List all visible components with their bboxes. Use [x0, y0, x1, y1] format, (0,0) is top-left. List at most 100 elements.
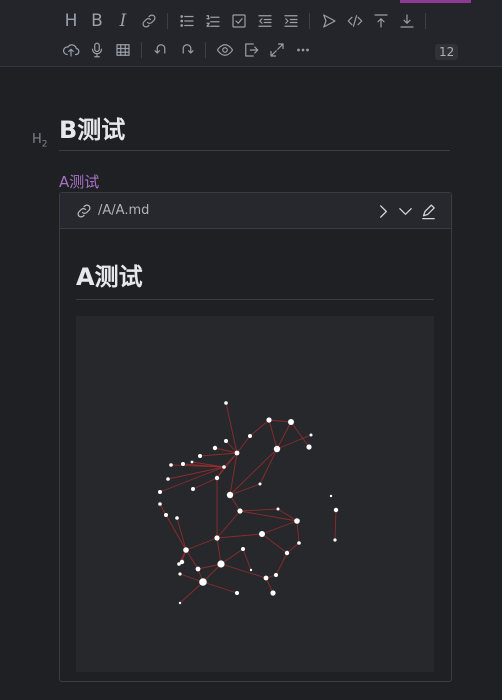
graph-node[interactable] — [263, 575, 269, 581]
graph-node[interactable] — [158, 490, 162, 494]
graph-node[interactable] — [199, 578, 207, 586]
indent-icon[interactable] — [279, 8, 303, 34]
graph-node[interactable] — [294, 518, 300, 524]
redo-icon[interactable] — [175, 37, 199, 63]
outdent-icon[interactable] — [253, 8, 277, 34]
graph-node[interactable] — [273, 445, 281, 453]
toolbar-separator — [205, 42, 206, 58]
fullscreen-icon[interactable] — [265, 37, 289, 63]
graph-node[interactable] — [190, 460, 194, 464]
graph-node[interactable] — [158, 502, 162, 506]
code-icon[interactable] — [343, 8, 367, 34]
page-heading-b[interactable]: B测试 — [59, 114, 450, 151]
graph-node[interactable] — [297, 541, 301, 545]
graph-node[interactable] — [181, 462, 185, 466]
graph-node[interactable] — [164, 513, 168, 517]
count-badge: 12 — [435, 44, 459, 60]
graph-edge — [202, 563, 222, 583]
graph-node[interactable] — [329, 494, 333, 498]
graph-node[interactable] — [226, 491, 234, 499]
graph-node[interactable] — [237, 508, 243, 514]
graph-node[interactable] — [259, 531, 265, 537]
graph-node[interactable] — [333, 507, 339, 513]
graph-edge — [216, 510, 241, 539]
open-icon[interactable] — [373, 201, 393, 221]
preview-eye-icon[interactable] — [213, 37, 237, 63]
embed-file-path[interactable]: /A/A.md — [98, 203, 149, 218]
graph-node[interactable] — [214, 535, 220, 541]
heading-icon[interactable]: H — [59, 8, 83, 34]
graph-edge — [259, 448, 278, 485]
graph-edge — [229, 483, 261, 496]
graph-node[interactable] — [234, 450, 240, 456]
graph-node[interactable] — [274, 573, 278, 577]
upload-icon[interactable] — [59, 37, 83, 63]
graph-node[interactable] — [177, 562, 181, 566]
heading-level-marker[interactable]: H2 — [32, 132, 48, 150]
graph-node[interactable] — [169, 463, 173, 467]
graph-node[interactable] — [306, 444, 312, 450]
numbered-list-icon[interactable] — [201, 8, 225, 34]
graph-node[interactable] — [270, 590, 276, 596]
graph-node[interactable] — [224, 401, 228, 405]
collapse-icon[interactable] — [395, 201, 415, 221]
graph-node[interactable] — [178, 601, 182, 605]
graph-node[interactable] — [249, 568, 253, 572]
microphone-icon[interactable] — [85, 37, 109, 63]
graph-edge — [242, 548, 252, 571]
checklist-icon[interactable] — [227, 8, 251, 34]
italic-icon[interactable]: I — [111, 8, 135, 34]
link-icon — [75, 202, 93, 220]
graph-node[interactable] — [183, 547, 189, 553]
graph-node[interactable] — [224, 439, 228, 443]
graph-view[interactable] — [76, 316, 434, 672]
edit-icon[interactable] — [418, 201, 438, 221]
insert-after-icon[interactable] — [395, 8, 419, 34]
graph-node[interactable] — [266, 417, 272, 423]
graph-node[interactable] — [212, 445, 218, 451]
graph-node[interactable] — [191, 487, 195, 491]
more-icon[interactable] — [291, 37, 315, 63]
graph-edge — [276, 421, 292, 450]
bold-icon[interactable]: B — [85, 8, 109, 34]
graph-edge — [296, 520, 300, 544]
graph-edge — [185, 549, 199, 570]
toolbar-accent-bar — [400, 0, 471, 3]
undo-icon[interactable] — [149, 37, 173, 63]
graph-node[interactable] — [222, 465, 226, 469]
graph-node[interactable] — [195, 566, 201, 572]
graph-node[interactable] — [333, 538, 337, 542]
graph-edge — [199, 452, 238, 457]
graph-edge — [220, 548, 244, 565]
graph-edge — [236, 435, 251, 454]
graph-node[interactable] — [258, 482, 262, 486]
graph-node[interactable] — [166, 477, 170, 481]
embed-header: /A/A.md — [60, 193, 451, 229]
graph-edge — [165, 514, 187, 551]
editor-toolbar: HBI 12 — [0, 0, 502, 67]
graph-node[interactable] — [284, 550, 290, 556]
table-icon[interactable] — [111, 37, 135, 63]
graph-edge — [261, 533, 288, 554]
toolbar-separator — [425, 13, 426, 29]
graph-node[interactable] — [235, 591, 239, 595]
graph-node[interactable] — [248, 434, 252, 438]
graph-node[interactable] — [198, 454, 202, 458]
graph-node[interactable] — [175, 516, 179, 520]
export-icon[interactable] — [239, 37, 263, 63]
link-icon[interactable] — [137, 8, 161, 34]
send-icon[interactable] — [317, 8, 341, 34]
graph-node[interactable] — [241, 547, 245, 551]
insert-before-icon[interactable] — [369, 8, 393, 34]
graph-node[interactable] — [217, 560, 225, 568]
graph-node[interactable] — [309, 433, 313, 437]
graph-node[interactable] — [214, 475, 220, 481]
graph-node[interactable] — [178, 572, 182, 576]
graph-canvas[interactable] — [76, 316, 434, 672]
graph-node[interactable] — [288, 419, 294, 425]
graph-node[interactable] — [276, 507, 280, 511]
graph-edge — [268, 419, 292, 423]
graph-edge — [185, 537, 218, 551]
embed-link-text[interactable]: A测试 — [59, 171, 99, 192]
bullet-list-icon[interactable] — [175, 8, 199, 34]
